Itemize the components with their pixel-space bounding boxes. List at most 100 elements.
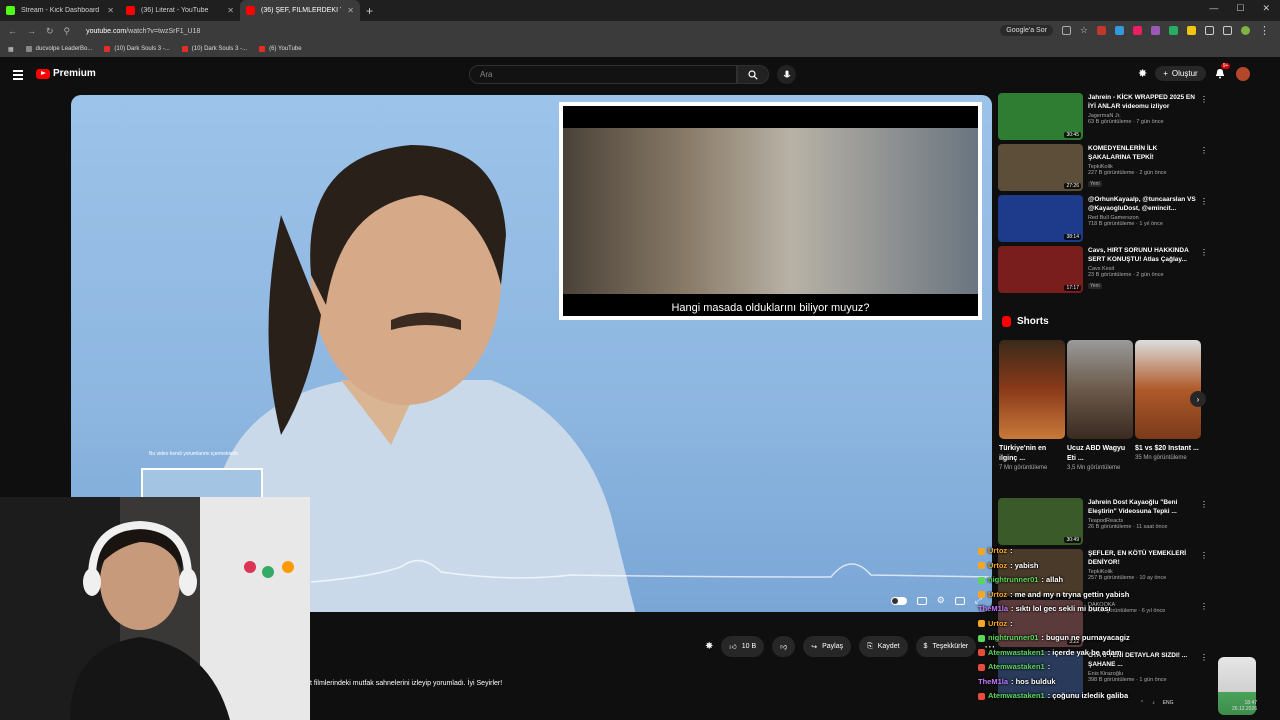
video-thumbnail[interactable]: 27:26 [998,144,1083,191]
short-title[interactable]: Ucuz ABD Wagyu Eti ... [1067,444,1133,464]
more-options-icon[interactable]: ⋮ [1200,197,1208,206]
forward-icon[interactable]: → [27,26,36,36]
minimize-icon[interactable]: — [1209,3,1218,14]
bookmark[interactable]: (6) YouTube [259,46,302,52]
bookmark[interactable]: (10) Dark Souls 3 -... [181,46,247,52]
apps-icon[interactable]: ▦ [8,46,14,53]
site-info-icon[interactable]: ⚲ [64,26,71,37]
video-title[interactable]: KOMEDYENLERİN İLK ŞAKALARINA TEPKİ! [1088,144,1196,162]
video-title[interactable]: Jahrein Dost Kayaoğlu "Beni Eleştirin" V… [1088,498,1196,516]
bookmark[interactable]: ducvolpe LeaderBo... [25,46,92,52]
speaker-icon[interactable]: ♪ [1152,700,1155,706]
youtube-logo[interactable]: Premium [36,68,96,79]
shorts-next-button[interactable]: › [1190,391,1206,407]
hamburger-menu-icon[interactable] [13,70,23,82]
video-thumbnail[interactable]: 38:14 [998,195,1083,242]
video-title[interactable]: Cavs, HIRT SORUNU HAKKINDA SERT KONUŞTU!… [1088,246,1196,264]
extension-icon[interactable] [1115,26,1124,35]
create-button[interactable]: + Oluştur [1155,66,1206,81]
extension-icon[interactable] [1187,26,1196,35]
google-ask-button[interactable]: Google'a Sor [1000,25,1053,36]
extension-icon[interactable] [1133,26,1142,35]
url-field[interactable]: youtube.com/watch?v=twzSrF1_U18 [86,28,200,35]
video-thumbnail[interactable]: 17:17 [998,246,1083,293]
dollar-icon: $ [923,643,928,650]
sidepanel-icon[interactable] [1223,26,1232,35]
back-icon[interactable]: ← [8,26,17,36]
puzzle-icon[interactable] [1205,26,1214,35]
more-options-icon[interactable]: ⋮ [1200,551,1208,560]
more-options-icon[interactable]: ⋮ [1200,500,1208,509]
plus-icon: + [1163,69,1168,78]
close-window-icon[interactable]: ✕ [1262,3,1270,14]
recommendation-item[interactable]: 27:26 KOMEDYENLERİN İLK ŞAKALARINA TEPKİ… [998,144,1208,195]
short-item[interactable]: Türkiye'nin en ilginç ... 7 Mn görüntüle… [999,340,1065,472]
close-tab-icon[interactable]: ✕ [107,6,114,15]
upload-icon[interactable]: ✸ [1138,67,1147,80]
bookmarks-bar: ▦ ducvolpe LeaderBo... (10) Dark Souls 3… [0,41,1280,57]
short-title[interactable]: Türkiye'nin en ilginç ... [999,444,1065,464]
settings-gear-icon[interactable]: ⚙ [937,595,945,606]
browser-tab[interactable]: (36) Literat - YouTube ✕ [120,0,240,21]
extension-icon[interactable] [1151,26,1160,35]
video-title[interactable]: Jahrein - KİCK WRAPPED 2025 EN İYİ ANLAR… [1088,93,1196,111]
search-button[interactable] [737,65,769,84]
close-tab-icon[interactable]: ✕ [347,6,354,15]
recommendation-item[interactable]: 17:17 Cavs, HIRT SORUNU HAKKINDA SERT KO… [998,246,1208,297]
recommendation-item[interactable]: 30:49 Jahrein Dost Kayaoğlu "Beni Eleşti… [998,498,1208,549]
chevron-up-icon[interactable]: ⌃ [1140,700,1144,706]
user-badge-icon [978,620,985,628]
bookmark[interactable]: (10) Dark Souls 3 -... [104,46,170,52]
short-item[interactable]: $1 vs $20 Instant ... 35 Mn görüntüleme [1135,340,1201,472]
install-icon[interactable] [1061,26,1071,35]
video-thumbnail[interactable]: 30:49 [998,498,1083,545]
profile-icon[interactable] [1241,26,1250,35]
view-count: 227 B görüntüleme · 2 gün önce [1088,170,1167,176]
autoplay-toggle[interactable] [890,596,907,605]
browser-tab[interactable]: Stream - Kick Dashboard ✕ [0,0,120,21]
share-button[interactable]: ↪ Paylaş [803,636,852,657]
thanks-button[interactable]: $ Teşekkürler [915,636,977,657]
account-avatar[interactable] [1235,66,1250,81]
reload-icon[interactable]: ↻ [46,26,54,37]
notifications-button[interactable]: 9+ [1214,62,1231,81]
recommendation-item[interactable]: 30:45 Jahrein - KİCK WRAPPED 2025 EN İYİ… [998,93,1208,144]
maximize-icon[interactable]: ☐ [1236,3,1244,14]
search-input[interactable]: Ara [469,65,737,84]
save-button[interactable]: ⎘ Kaydet [859,636,908,657]
video-thumbnail[interactable]: 30:45 [998,93,1083,140]
voice-search-button[interactable] [777,65,796,84]
more-menu-icon[interactable]: ⋮ [1259,24,1270,37]
bookmark-star-icon[interactable]: ☆ [1080,25,1088,36]
more-options-icon[interactable]: ⋮ [1200,602,1208,611]
short-thumbnail[interactable] [1067,340,1133,439]
more-options-icon[interactable]: ⋮ [1200,653,1208,662]
notification-badge: 9+ [1220,62,1231,69]
clip-subtitle: Hangi masada olduklarını biliyor muyuz? [671,302,870,314]
dislike-button[interactable]: 👎︎ [772,636,796,657]
more-options-icon[interactable]: ⋮ [1200,95,1208,104]
recommendation-item[interactable]: 38:14 @OrhunKayaalp, @tuncaarslan VS @Ka… [998,195,1208,246]
like-button[interactable]: 👍︎ 10 B [721,636,765,657]
clip-icon[interactable]: ✸ [705,641,713,652]
miniplayer-icon[interactable] [954,596,965,605]
short-item[interactable]: Ucuz ABD Wagyu Eti ... 3,5 Mn görüntülem… [1067,340,1133,472]
short-thumbnail[interactable] [1135,340,1201,439]
more-options-icon[interactable]: ⋮ [1200,248,1208,257]
more-options-icon[interactable]: ⋮ [1200,146,1208,155]
short-views: 7 Mn görüntüleme [999,465,1048,471]
user-badge-icon [978,634,985,642]
subtitles-icon[interactable] [916,596,927,605]
extension-icon[interactable] [1097,26,1106,35]
user-badge-icon [978,649,985,657]
short-title[interactable]: $1 vs $20 Instant ... [1135,444,1201,454]
youtube-icon [126,6,135,15]
short-thumbnail[interactable] [999,340,1065,439]
browser-tab-active[interactable]: (36) ŞEF, FİLMLERDEKİ YEM... ✕ [240,0,360,21]
extension-icon[interactable] [1169,26,1178,35]
system-clock[interactable]: 18:47 26.12.2026 [1232,700,1257,712]
video-title[interactable]: @OrhunKayaalp, @tuncaarslan VS @Kayaoglu… [1088,195,1196,213]
language-indicator[interactable]: ENG [1163,700,1174,706]
close-tab-icon[interactable]: ✕ [227,6,234,15]
new-tab-icon[interactable]: + [366,4,373,18]
